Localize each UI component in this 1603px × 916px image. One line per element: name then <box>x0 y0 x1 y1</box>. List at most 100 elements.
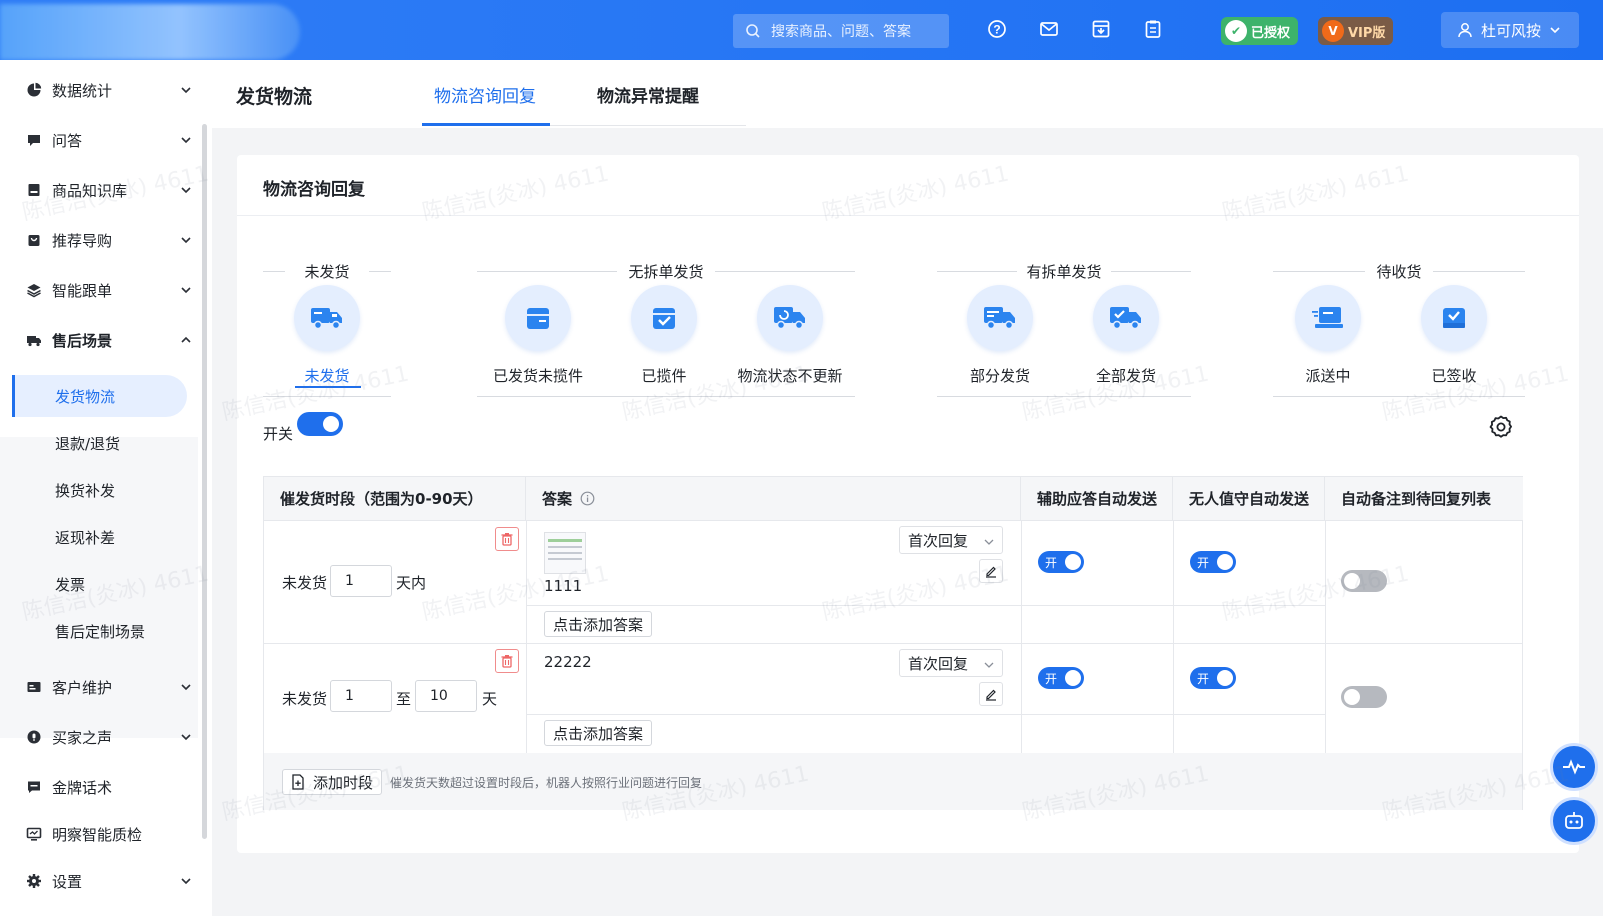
stage-label: 物流状态不更新 <box>737 367 843 385</box>
sidebar-subitem-invoice[interactable]: 发票 <box>0 563 198 605</box>
bag-icon <box>28 235 40 246</box>
stage-label: 全部发货 <box>1095 367 1156 385</box>
vip-badge[interactable]: V VIP版 <box>1318 17 1394 45</box>
sidebar-item-label: 推荐导购 <box>52 231 113 250</box>
chevron-up-icon <box>181 336 191 343</box>
authorized-badge[interactable]: ✔ 已授权 <box>1221 17 1299 45</box>
archive-icon[interactable] <box>1090 18 1114 42</box>
user-menu[interactable]: 杜可风按 <box>1441 12 1579 48</box>
stage-group-label: 无拆单发货 <box>628 263 704 281</box>
mail-icon[interactable] <box>1038 18 1062 42</box>
switch-label: 开关 <box>263 425 294 443</box>
sidebar-subitem-exchange[interactable]: 换货补发 <box>0 469 198 511</box>
package-check-icon <box>631 285 697 351</box>
add-segment-label: 添加时段 <box>313 773 374 792</box>
edit-answer-button[interactable] <box>979 682 1003 706</box>
master-switch[interactable] <box>297 412 343 436</box>
delete-row-button[interactable] <box>495 527 519 551</box>
sidebar-subitem-custom-scene[interactable]: 售后定制场景 <box>0 610 198 652</box>
sidebar-item-customer-care[interactable]: 客户维护 <box>0 664 200 710</box>
chevron-down-icon <box>181 734 191 741</box>
truck-icon <box>294 285 360 351</box>
period-to-input[interactable]: 10 <box>415 680 477 712</box>
logistics-reply-card: 物流咨询回复 未发货 无拆单发货 有拆单发货 待收货 未发货 已发货未揽件 已揽… <box>237 155 1579 853</box>
auto-note-toggle[interactable] <box>1341 570 1387 592</box>
auto-note-toggle[interactable] <box>1341 686 1387 708</box>
svg-text:?: ? <box>993 23 1000 37</box>
period-prefix: 未发货 <box>282 574 328 592</box>
stage-unshipped[interactable]: 未发货 <box>262 285 392 385</box>
sidebar-subitem-cashback[interactable]: 返现补差 <box>0 516 198 558</box>
stage-group-label: 未发货 <box>304 263 350 281</box>
delete-row-button[interactable] <box>495 649 519 673</box>
sidebar-item-data-stats[interactable]: 数据统计 <box>0 67 200 113</box>
sidebar-subitem-shipping-logistics[interactable]: 发货物流 <box>12 375 187 417</box>
page-title: 发货物流 <box>236 86 313 108</box>
sidebar-item-smart-followup[interactable]: 智能跟单 <box>0 267 200 313</box>
chevron-down-icon <box>984 662 994 668</box>
sidebar-item-qa[interactable]: 问答 <box>0 117 200 163</box>
stage-shipped-not-collected[interactable]: 已发货未揽件 <box>473 285 603 385</box>
sidebar-subitem-refund[interactable]: 退款/退货 <box>0 422 198 464</box>
truck-check-icon <box>1093 285 1159 351</box>
period-from-input[interactable]: 1 <box>330 680 392 712</box>
stage-delivering[interactable]: 派送中 <box>1263 285 1393 385</box>
column-header-period: 催发货时段（范围为0-90天） <box>264 477 526 521</box>
column-header-assist-auto: 辅助应答自动发送 <box>1021 477 1173 521</box>
add-answer-button[interactable]: 点击添加答案 <box>544 720 653 746</box>
reply-type-value: 首次回复 <box>908 654 969 673</box>
chevron-down-icon <box>181 237 191 244</box>
stage-collected[interactable]: 已揽件 <box>599 285 729 385</box>
column-header-answer: 答案 <box>526 477 1021 521</box>
sidebar-item-gold-scripts[interactable]: 金牌话术 <box>0 764 200 810</box>
activity-float-button[interactable] <box>1550 743 1598 791</box>
robot-float-button[interactable] <box>1550 797 1598 845</box>
voice-icon <box>27 730 41 744</box>
add-segment-button[interactable]: 添加时段 <box>282 769 383 795</box>
tab-logistics-alert[interactable]: 物流异常提醒 <box>597 82 699 107</box>
period-from-input[interactable]: 1 <box>330 565 392 597</box>
assist-auto-send-toggle[interactable]: 开 <box>1038 551 1084 573</box>
sidebar-item-label: 客户维护 <box>52 678 113 697</box>
toggle-label: 开 <box>1197 672 1210 686</box>
stage-group-pending-receipt: 待收货 <box>1273 261 1525 397</box>
stage-partial-shipment[interactable]: 部分发货 <box>935 285 1065 385</box>
sidebar-item-quality-check[interactable]: 明察智能质检 <box>0 811 200 857</box>
reply-type-select[interactable]: 首次回复 <box>899 526 1003 554</box>
unattended-auto-send-toggle[interactable]: 开 <box>1190 667 1236 689</box>
sidebar-item-recommend[interactable]: 推荐导购 <box>0 217 200 263</box>
search-placeholder: 搜索商品、问题、答案 <box>771 24 911 40</box>
reply-type-select[interactable]: 首次回复 <box>899 649 1003 677</box>
sidebar-item-buyer-voice[interactable]: 买家之声 <box>0 714 200 760</box>
assist-auto-send-toggle[interactable]: 开 <box>1038 667 1084 689</box>
search-icon <box>746 24 760 38</box>
stage-group-no-split: 无拆单发货 <box>477 261 855 397</box>
sidebar-item-label: 买家之声 <box>52 728 113 747</box>
stage-status-not-updated[interactable]: 物流状态不更新 <box>725 285 855 385</box>
help-icon[interactable]: ? <box>986 18 1010 42</box>
edit-answer-button[interactable] <box>979 559 1003 583</box>
period-prefix: 未发货 <box>282 690 328 708</box>
settings-gear-icon[interactable] <box>1487 413 1515 441</box>
sidebar-item-after-sales[interactable]: 售后场景 <box>0 317 200 363</box>
answer-image-thumbnail[interactable] <box>544 532 586 574</box>
sidebar-item-settings[interactable]: 设置 <box>0 858 200 904</box>
authorized-label: 已授权 <box>1251 25 1291 41</box>
unattended-auto-send-toggle[interactable]: 开 <box>1190 551 1236 573</box>
clipboard-icon[interactable] <box>1142 18 1166 42</box>
active-stage-indicator <box>295 386 361 388</box>
chevron-down-icon <box>181 137 191 144</box>
chevron-down-icon <box>1550 27 1560 34</box>
box-check-icon <box>1421 285 1487 351</box>
sidebar-item-label: 设置 <box>52 872 83 891</box>
sidebar-item-knowledge-base[interactable]: 商品知识库 <box>0 167 200 213</box>
sidebar-item-label: 数据统计 <box>52 81 113 100</box>
add-answer-button[interactable]: 点击添加答案 <box>544 611 653 637</box>
info-icon[interactable] <box>580 491 595 506</box>
search-input[interactable]: 搜索商品、问题、答案 <box>733 14 949 48</box>
sidebar-scrollbar[interactable] <box>202 124 207 839</box>
stage-full-shipment[interactable]: 全部发货 <box>1061 285 1191 385</box>
tab-logistics-reply[interactable]: 物流咨询回复 <box>434 82 536 107</box>
stage-signed[interactable]: 已签收 <box>1389 285 1519 385</box>
vip-label: VIP版 <box>1348 25 1386 41</box>
